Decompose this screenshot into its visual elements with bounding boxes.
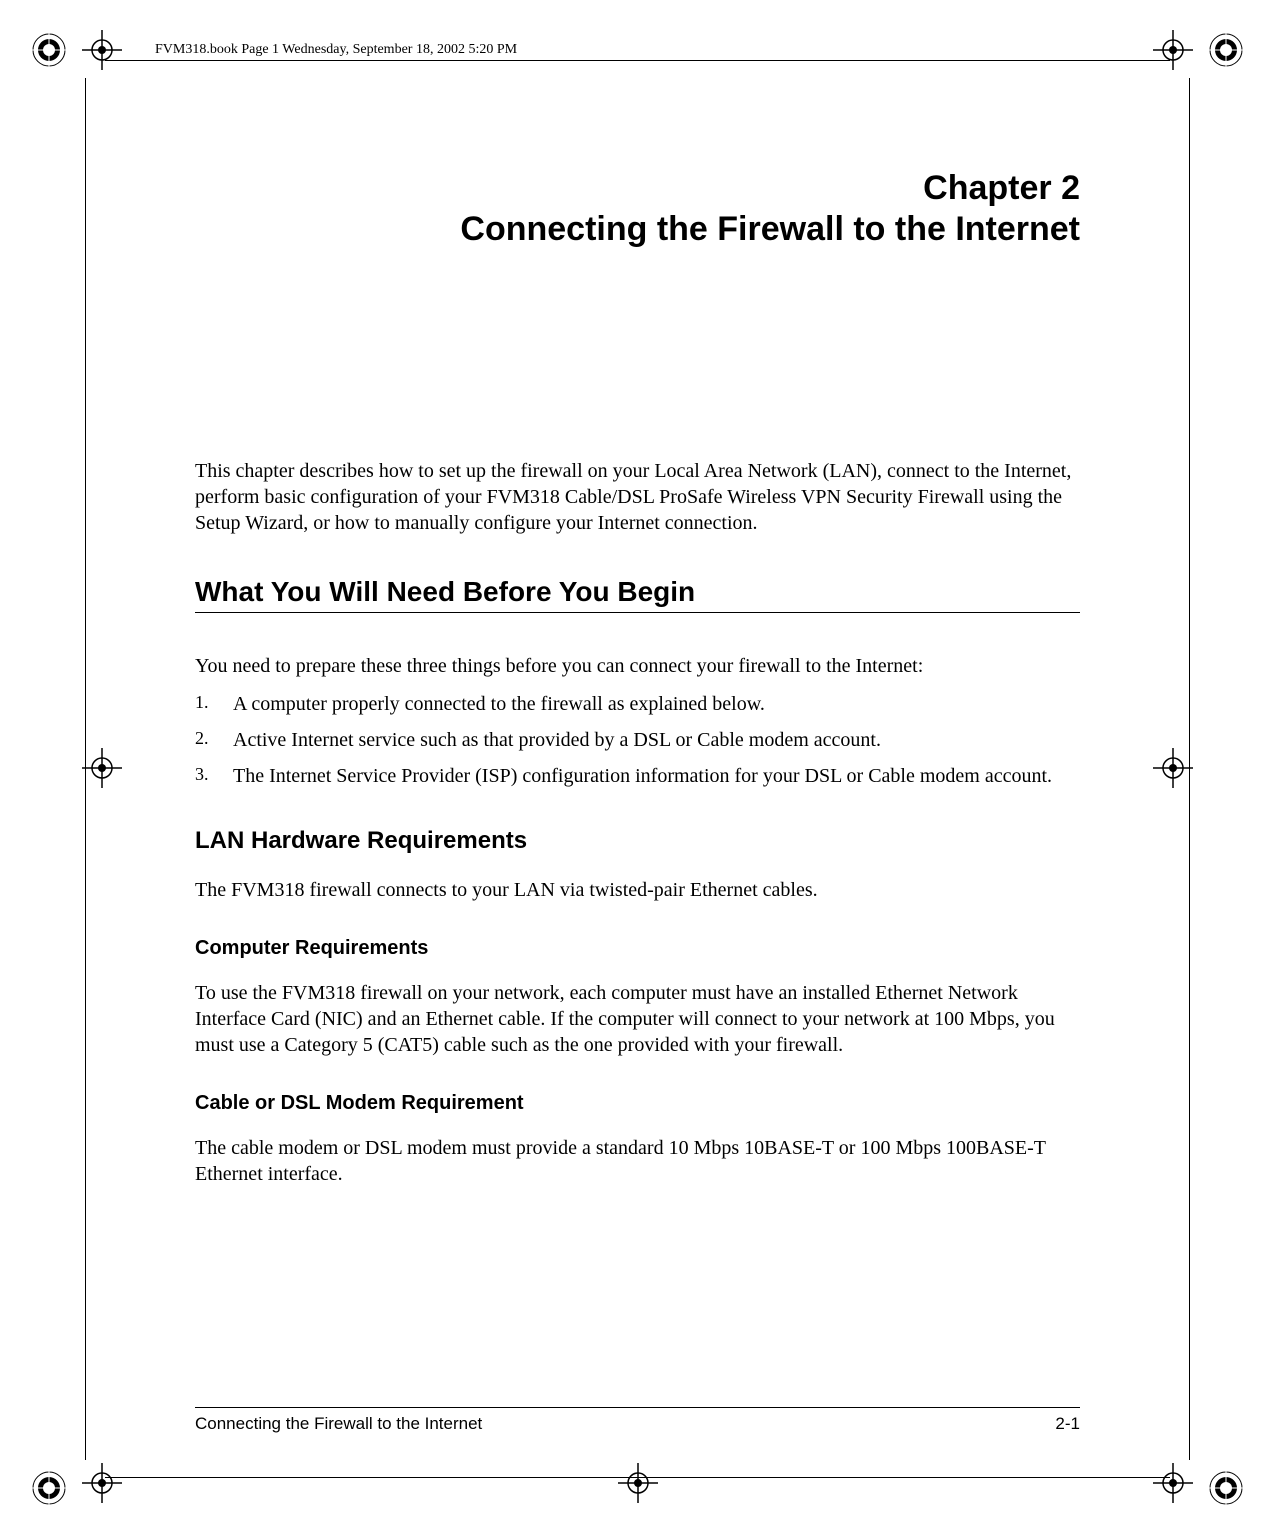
header-book-info: FVM318.book Page 1 Wednesday, September … bbox=[155, 42, 517, 58]
chapter-heading: Connecting the Firewall to the Internet bbox=[460, 210, 1080, 248]
numbered-list: 1. A computer properly connected to the f… bbox=[195, 691, 1080, 789]
crosshair-mark-icon bbox=[1151, 1461, 1195, 1510]
registration-mark-icon bbox=[31, 32, 67, 68]
registration-mark-icon bbox=[1208, 32, 1244, 68]
crosshair-mark-icon bbox=[80, 1461, 124, 1510]
crop-mark bbox=[105, 60, 1170, 61]
page-content: Chapter 2 Connecting the Firewall to the… bbox=[195, 168, 1080, 1187]
list-number: 3. bbox=[195, 763, 209, 786]
subsection-body: The FVM318 firewall connects to your LAN… bbox=[195, 877, 1080, 903]
section-body: You need to prepare these three things b… bbox=[195, 653, 1080, 679]
registration-mark-icon bbox=[1208, 1470, 1244, 1506]
crosshair-mark-icon bbox=[1151, 28, 1195, 77]
list-text: A computer properly connected to the fir… bbox=[233, 693, 765, 715]
crosshair-mark-icon bbox=[616, 1461, 660, 1510]
chapter-number: Chapter 2 bbox=[923, 169, 1080, 207]
list-item: 3. The Internet Service Provider (ISP) co… bbox=[195, 763, 1080, 789]
footer-right: 2-1 bbox=[1055, 1414, 1080, 1434]
page-footer: Connecting the Firewall to the Internet … bbox=[195, 1407, 1080, 1434]
list-number: 2. bbox=[195, 727, 209, 750]
chapter-title: Chapter 2 Connecting the Firewall to the… bbox=[195, 168, 1080, 250]
subsubsection-heading: Computer Requirements bbox=[195, 937, 1080, 960]
list-text: Active Internet service such as that pro… bbox=[233, 729, 881, 751]
subsubsection-body: The cable modem or DSL modem must provid… bbox=[195, 1135, 1080, 1187]
registration-mark-icon bbox=[31, 1470, 67, 1506]
intro-paragraph: This chapter describes how to set up the… bbox=[195, 458, 1080, 536]
section-heading: What You Will Need Before You Begin bbox=[195, 576, 1080, 613]
crosshair-mark-icon bbox=[80, 28, 124, 77]
subsection-heading: LAN Hardware Requirements bbox=[195, 827, 1080, 855]
list-item: 1. A computer properly connected to the f… bbox=[195, 691, 1080, 717]
list-item: 2. Active Internet service such as that p… bbox=[195, 727, 1080, 753]
crosshair-mark-icon bbox=[80, 746, 124, 795]
footer-left: Connecting the Firewall to the Internet bbox=[195, 1414, 482, 1434]
list-number: 1. bbox=[195, 691, 209, 714]
document-page: FVM318.book Page 1 Wednesday, September … bbox=[0, 0, 1275, 1538]
subsubsection-body: To use the FVM318 firewall on your netwo… bbox=[195, 980, 1080, 1058]
list-text: The Internet Service Provider (ISP) conf… bbox=[233, 765, 1052, 787]
subsubsection-heading: Cable or DSL Modem Requirement bbox=[195, 1092, 1080, 1115]
crosshair-mark-icon bbox=[1151, 746, 1195, 795]
